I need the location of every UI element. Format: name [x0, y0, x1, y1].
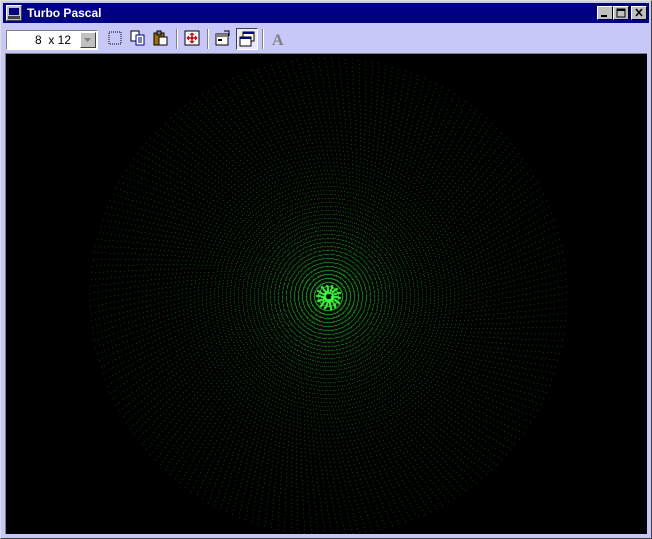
properties-button[interactable]	[213, 28, 235, 50]
graphics-output-area[interactable]	[5, 53, 647, 534]
window-title: Turbo Pascal	[27, 6, 102, 20]
svg-text:A: A	[272, 32, 284, 48]
minimize-icon	[601, 15, 607, 17]
copy-icon	[130, 30, 145, 46]
toolbar-separator	[207, 29, 209, 49]
toolbar-separator	[176, 29, 178, 49]
copy-button[interactable]	[128, 28, 150, 50]
maximize-icon	[616, 8, 626, 18]
mark-button[interactable]	[105, 28, 127, 50]
turbo-pascal-window: Turbo Pascal 8 x 12 A	[0, 0, 652, 539]
background-icon	[239, 31, 255, 47]
font-size-select[interactable]: 8 x 12	[6, 30, 98, 50]
font-size-dropdown-button[interactable]	[80, 32, 96, 48]
terminal-computer-icon[interactable]	[6, 5, 22, 21]
toolbar-separator	[262, 29, 264, 49]
chevron-down-icon	[84, 38, 91, 42]
full-screen-button[interactable]	[182, 28, 204, 50]
minimize-button[interactable]	[597, 6, 613, 20]
mark-selection-icon	[108, 31, 122, 45]
title-bar[interactable]: Turbo Pascal	[3, 3, 649, 23]
close-icon	[635, 8, 643, 17]
paste-icon	[153, 30, 168, 46]
close-button[interactable]	[631, 6, 647, 20]
full-screen-icon	[184, 30, 200, 46]
font-button[interactable]: A	[268, 28, 290, 50]
font-icon: A	[272, 32, 284, 48]
maximize-button[interactable]	[613, 6, 629, 20]
paste-button[interactable]	[151, 28, 173, 50]
background-button[interactable]	[236, 28, 258, 50]
properties-icon	[215, 30, 230, 46]
font-size-value: 8 x 12	[35, 33, 72, 47]
green-dot-spiral-graphic	[6, 54, 647, 534]
toolbar: 8 x 12 A	[3, 25, 649, 53]
